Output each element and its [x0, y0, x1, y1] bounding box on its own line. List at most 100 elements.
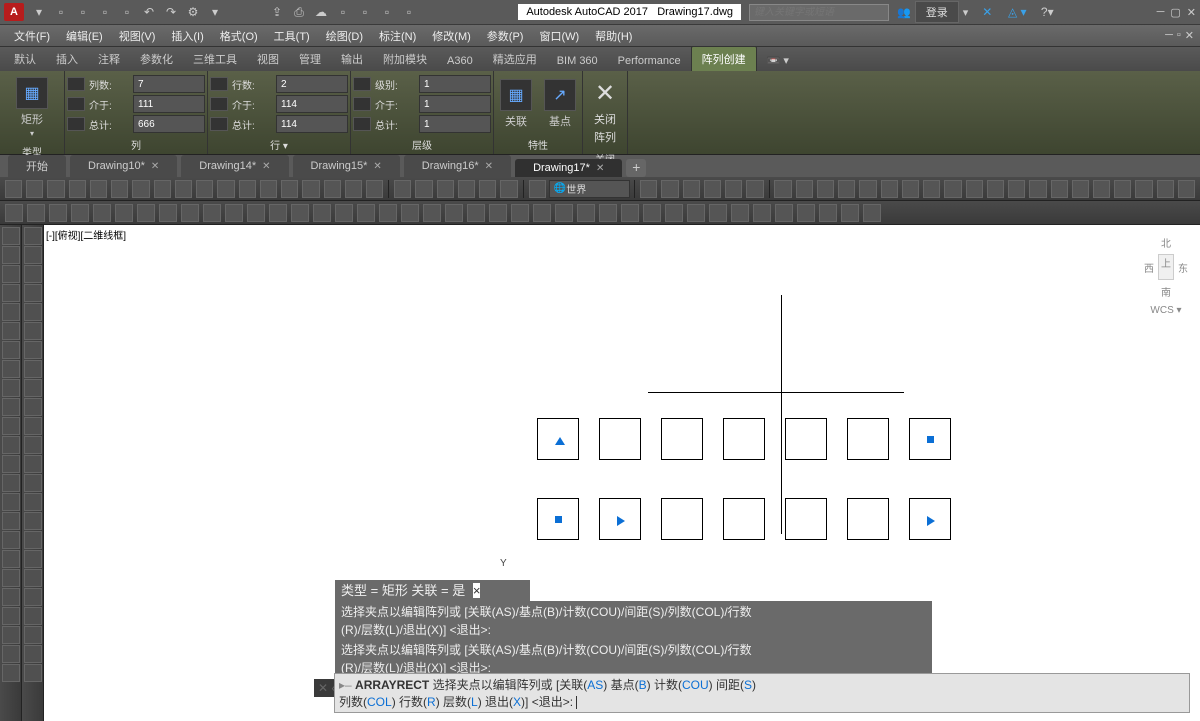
qat-cut-icon[interactable]: ▫	[377, 2, 397, 22]
misc-tool-17[interactable]	[1135, 180, 1152, 198]
lt2-tool-2[interactable]	[24, 265, 42, 283]
doc-tab-close-icon[interactable]: ✕	[485, 161, 493, 172]
lt1-tool-6[interactable]	[2, 341, 20, 359]
lt2-tool-13[interactable]	[24, 474, 42, 492]
param-input[interactable]: 7	[133, 75, 205, 93]
solid-tool-6[interactable]	[137, 204, 155, 222]
array-item[interactable]	[661, 418, 703, 460]
lt2-tool-3[interactable]	[24, 284, 42, 302]
qat-print-icon[interactable]: ▫	[117, 2, 137, 22]
help-icon[interactable]: ?▾	[1037, 2, 1057, 22]
lt2-tool-22[interactable]	[24, 645, 42, 663]
lt1-tool-20[interactable]	[2, 607, 20, 625]
lt2-tool-5[interactable]	[24, 322, 42, 340]
lt2-tool-14[interactable]	[24, 493, 42, 511]
lt2-tool-1[interactable]	[24, 246, 42, 264]
ribbon-tab[interactable]: 三维工具	[183, 47, 247, 71]
solid-tool-2[interactable]	[49, 204, 67, 222]
layer-tool-icon[interactable]	[529, 180, 546, 198]
login-area[interactable]: 👥 登录 ▾	[897, 1, 968, 23]
misc-tool-14[interactable]	[1072, 180, 1089, 198]
solid-tool-36[interactable]	[797, 204, 815, 222]
param-input[interactable]: 114	[276, 115, 348, 133]
solid-tool-26[interactable]	[577, 204, 595, 222]
misc-tool-10[interactable]	[987, 180, 1004, 198]
doc-tab[interactable]: Drawing16*✕	[404, 155, 511, 177]
solid-tool-9[interactable]	[203, 204, 221, 222]
lt1-tool-3[interactable]	[2, 284, 20, 302]
doc-tab[interactable]: Drawing15*✕	[293, 155, 400, 177]
view-cube[interactable]: 北 西 上 东 南 WCS ▾	[1144, 235, 1188, 335]
lt1-tool-15[interactable]	[2, 512, 20, 530]
solid-tool-16[interactable]	[357, 204, 375, 222]
qat-copy-icon[interactable]: ▫	[355, 2, 375, 22]
menu-item[interactable]: 工具(T)	[266, 24, 318, 48]
draw-tool-17[interactable]	[366, 180, 383, 198]
menu-item[interactable]: 文件(F)	[6, 24, 58, 48]
solid-tool-25[interactable]	[555, 204, 573, 222]
qat-new-icon[interactable]: ▾	[29, 2, 49, 22]
menu-item[interactable]: 格式(O)	[212, 24, 266, 48]
doc-tab[interactable]: 开始	[8, 155, 66, 177]
draw-tool-8[interactable]	[175, 180, 192, 198]
nav-tool-5[interactable]	[746, 180, 763, 198]
qat-open-icon[interactable]: ▫	[51, 2, 71, 22]
basepoint-button[interactable]: ↗ 基点	[540, 75, 580, 133]
modify-tool-1[interactable]	[415, 180, 432, 198]
misc-tool-19[interactable]	[1178, 180, 1195, 198]
solid-tool-8[interactable]	[181, 204, 199, 222]
lt1-tool-12[interactable]	[2, 455, 20, 473]
ribbon-tab[interactable]: 输出	[331, 47, 373, 71]
param-input[interactable]: 1	[419, 115, 491, 133]
draw-tool-0[interactable]	[5, 180, 22, 198]
misc-tool-11[interactable]	[1008, 180, 1025, 198]
modify-tool-5[interactable]	[500, 180, 517, 198]
vcube-e[interactable]: 东	[1178, 260, 1188, 275]
lt1-tool-2[interactable]	[2, 265, 20, 283]
menu-item[interactable]: 修改(M)	[424, 24, 479, 48]
ribbon-tab[interactable]: 精选应用	[483, 47, 547, 71]
doc-close-icon[interactable]: ✕	[1185, 29, 1194, 42]
solid-tool-19[interactable]	[423, 204, 441, 222]
solid-tool-39[interactable]	[863, 204, 881, 222]
ribbon-tab[interactable]: Performance	[608, 51, 691, 71]
ribbon-tab[interactable]: 视图	[247, 47, 289, 71]
lt2-tool-15[interactable]	[24, 512, 42, 530]
misc-tool-15[interactable]	[1093, 180, 1110, 198]
solid-tool-28[interactable]	[621, 204, 639, 222]
app-logo[interactable]: A	[4, 3, 24, 21]
lt1-tool-1[interactable]	[2, 246, 20, 264]
param-input[interactable]: 1	[419, 95, 491, 113]
lt2-tool-6[interactable]	[24, 341, 42, 359]
qat-match-icon[interactable]: ▫	[399, 2, 419, 22]
nav-tool-2[interactable]	[683, 180, 700, 198]
ribbon-tab[interactable]: 管理	[289, 47, 331, 71]
solid-tool-7[interactable]	[159, 204, 177, 222]
vcube-w[interactable]: 西	[1144, 260, 1154, 275]
solid-tool-22[interactable]	[489, 204, 507, 222]
draw-tool-12[interactable]	[260, 180, 277, 198]
lt2-tool-8[interactable]	[24, 379, 42, 397]
viewport-label[interactable]: [-][俯视][二维线框]	[46, 227, 126, 242]
ribbon-tab[interactable]: 注释	[88, 47, 130, 71]
lt1-tool-7[interactable]	[2, 360, 20, 378]
misc-tool-0[interactable]	[774, 180, 791, 198]
doc-tab-close-icon[interactable]: ✕	[596, 163, 604, 174]
solid-tool-33[interactable]	[731, 204, 749, 222]
lt1-tool-10[interactable]	[2, 417, 20, 435]
doc-restore-icon[interactable]: ▫	[1177, 29, 1181, 42]
nav-tool-3[interactable]	[704, 180, 721, 198]
lt1-tool-4[interactable]	[2, 303, 20, 321]
solid-tool-27[interactable]	[599, 204, 617, 222]
lt1-tool-9[interactable]	[2, 398, 20, 416]
nav-tool-1[interactable]	[661, 180, 678, 198]
type-rect-button[interactable]: ▦ 矩形 ▾	[2, 73, 62, 142]
draw-tool-9[interactable]	[196, 180, 213, 198]
lt1-tool-18[interactable]	[2, 569, 20, 587]
draw-tool-13[interactable]	[281, 180, 298, 198]
modify-tool-2[interactable]	[437, 180, 454, 198]
solid-tool-4[interactable]	[93, 204, 111, 222]
lt1-tool-8[interactable]	[2, 379, 20, 397]
array-item[interactable]	[537, 498, 579, 540]
vcube-top[interactable]: 上	[1158, 254, 1174, 280]
